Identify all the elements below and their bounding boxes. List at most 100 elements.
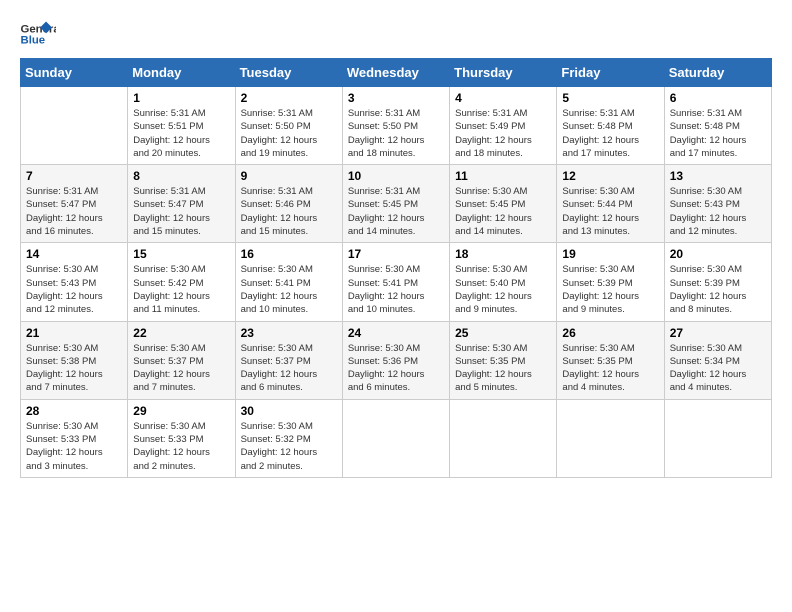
calendar-cell: 1Sunrise: 5:31 AM Sunset: 5:51 PM Daylig… (128, 87, 235, 165)
day-info: Sunrise: 5:30 AM Sunset: 5:32 PM Dayligh… (241, 420, 337, 473)
calendar-cell (664, 399, 771, 477)
day-number: 17 (348, 247, 444, 261)
column-header-sunday: Sunday (21, 59, 128, 87)
column-header-friday: Friday (557, 59, 664, 87)
day-number: 25 (455, 326, 551, 340)
day-number: 11 (455, 169, 551, 183)
day-number: 29 (133, 404, 229, 418)
day-info: Sunrise: 5:30 AM Sunset: 5:39 PM Dayligh… (670, 263, 766, 316)
calendar-cell: 7 Sunrise: 5:31 AM Sunset: 5:47 PM Daylig… (21, 165, 128, 243)
day-info: Sunrise: 5:31 AM Sunset: 5:48 PM Dayligh… (562, 107, 658, 160)
calendar-cell (450, 399, 557, 477)
day-info: Sunrise: 5:30 AM Sunset: 5:41 PM Dayligh… (348, 263, 444, 316)
day-number: 13 (670, 169, 766, 183)
day-info: Sunrise: 5:30 AM Sunset: 5:38 PM Dayligh… (26, 342, 122, 395)
day-number: 18 (455, 247, 551, 261)
logo: General Blue (20, 20, 62, 48)
calendar-cell: 25 Sunrise: 5:30 AM Sunset: 5:35 PM Dayli… (450, 321, 557, 399)
day-number: 24 (348, 326, 444, 340)
calendar-cell: 21 Sunrise: 5:30 AM Sunset: 5:38 PM Dayli… (21, 321, 128, 399)
column-header-tuesday: Tuesday (235, 59, 342, 87)
calendar-cell: 8 Sunrise: 5:31 AM Sunset: 5:47 PM Daylig… (128, 165, 235, 243)
day-info: Sunrise: 5:31 AM Sunset: 5:50 PM Dayligh… (241, 107, 337, 160)
logo-icon: General Blue (20, 20, 56, 48)
day-info: Sunrise: 5:30 AM Sunset: 5:41 PM Dayligh… (241, 263, 337, 316)
svg-text:Blue: Blue (21, 35, 46, 47)
day-number: 8 (133, 169, 229, 183)
calendar-cell: 27 Sunrise: 5:30 AM Sunset: 5:34 PM Dayli… (664, 321, 771, 399)
calendar-week-row: 14 Sunrise: 5:30 AM Sunset: 5:43 PM Dayli… (21, 243, 772, 321)
day-number: 6 (670, 91, 766, 105)
day-info: Sunrise: 5:31 AM Sunset: 5:50 PM Dayligh… (348, 107, 444, 160)
day-info: Sunrise: 5:30 AM Sunset: 5:35 PM Dayligh… (455, 342, 551, 395)
day-info: Sunrise: 5:30 AM Sunset: 5:44 PM Dayligh… (562, 185, 658, 238)
day-number: 16 (241, 247, 337, 261)
day-info: Sunrise: 5:30 AM Sunset: 5:33 PM Dayligh… (26, 420, 122, 473)
column-header-monday: Monday (128, 59, 235, 87)
calendar-cell: 5 Sunrise: 5:31 AM Sunset: 5:48 PM Daylig… (557, 87, 664, 165)
calendar-week-row: 21 Sunrise: 5:30 AM Sunset: 5:38 PM Dayli… (21, 321, 772, 399)
calendar-cell: 15 Sunrise: 5:30 AM Sunset: 5:42 PM Dayli… (128, 243, 235, 321)
day-number: 15 (133, 247, 229, 261)
column-header-saturday: Saturday (664, 59, 771, 87)
day-number: 3 (348, 91, 444, 105)
day-info: Sunrise: 5:30 AM Sunset: 5:37 PM Dayligh… (133, 342, 229, 395)
day-number: 26 (562, 326, 658, 340)
calendar-cell: 9 Sunrise: 5:31 AM Sunset: 5:46 PM Daylig… (235, 165, 342, 243)
day-number: 1 (133, 91, 229, 105)
day-number: 22 (133, 326, 229, 340)
day-number: 27 (670, 326, 766, 340)
day-number: 7 (26, 169, 122, 183)
page-header: General Blue (20, 20, 772, 48)
day-number: 10 (348, 169, 444, 183)
day-info: Sunrise: 5:30 AM Sunset: 5:35 PM Dayligh… (562, 342, 658, 395)
calendar-cell: 10 Sunrise: 5:31 AM Sunset: 5:45 PM Dayli… (342, 165, 449, 243)
calendar-cell (21, 87, 128, 165)
day-info: Sunrise: 5:31 AM Sunset: 5:47 PM Dayligh… (133, 185, 229, 238)
day-info: Sunrise: 5:30 AM Sunset: 5:39 PM Dayligh… (562, 263, 658, 316)
calendar-cell (342, 399, 449, 477)
calendar-cell: 2Sunrise: 5:31 AM Sunset: 5:50 PM Daylig… (235, 87, 342, 165)
day-info: Sunrise: 5:30 AM Sunset: 5:33 PM Dayligh… (133, 420, 229, 473)
calendar-cell: 13 Sunrise: 5:30 AM Sunset: 5:43 PM Dayli… (664, 165, 771, 243)
day-info: Sunrise: 5:30 AM Sunset: 5:42 PM Dayligh… (133, 263, 229, 316)
calendar-cell: 24Sunrise: 5:30 AM Sunset: 5:36 PM Dayli… (342, 321, 449, 399)
column-header-wednesday: Wednesday (342, 59, 449, 87)
day-number: 30 (241, 404, 337, 418)
calendar-table: SundayMondayTuesdayWednesdayThursdayFrid… (20, 58, 772, 478)
day-number: 4 (455, 91, 551, 105)
calendar-cell: 30 Sunrise: 5:30 AM Sunset: 5:32 PM Dayli… (235, 399, 342, 477)
day-number: 5 (562, 91, 658, 105)
day-info: Sunrise: 5:30 AM Sunset: 5:43 PM Dayligh… (26, 263, 122, 316)
day-info: Sunrise: 5:31 AM Sunset: 5:46 PM Dayligh… (241, 185, 337, 238)
day-number: 21 (26, 326, 122, 340)
day-number: 14 (26, 247, 122, 261)
day-info: Sunrise: 5:30 AM Sunset: 5:37 PM Dayligh… (241, 342, 337, 395)
day-info: Sunrise: 5:30 AM Sunset: 5:40 PM Dayligh… (455, 263, 551, 316)
calendar-cell (557, 399, 664, 477)
day-info: Sunrise: 5:30 AM Sunset: 5:43 PM Dayligh… (670, 185, 766, 238)
calendar-cell: 29 Sunrise: 5:30 AM Sunset: 5:33 PM Dayli… (128, 399, 235, 477)
day-number: 20 (670, 247, 766, 261)
day-info: Sunrise: 5:30 AM Sunset: 5:34 PM Dayligh… (670, 342, 766, 395)
calendar-header-row: SundayMondayTuesdayWednesdayThursdayFrid… (21, 59, 772, 87)
calendar-week-row: 7 Sunrise: 5:31 AM Sunset: 5:47 PM Daylig… (21, 165, 772, 243)
calendar-cell: 19Sunrise: 5:30 AM Sunset: 5:39 PM Dayli… (557, 243, 664, 321)
day-number: 9 (241, 169, 337, 183)
calendar-cell: 14 Sunrise: 5:30 AM Sunset: 5:43 PM Dayli… (21, 243, 128, 321)
day-info: Sunrise: 5:31 AM Sunset: 5:45 PM Dayligh… (348, 185, 444, 238)
calendar-cell: 26 Sunrise: 5:30 AM Sunset: 5:35 PM Dayli… (557, 321, 664, 399)
calendar-cell: 3 Sunrise: 5:31 AM Sunset: 5:50 PM Daylig… (342, 87, 449, 165)
calendar-cell: 16 Sunrise: 5:30 AM Sunset: 5:41 PM Dayli… (235, 243, 342, 321)
calendar-cell: 20 Sunrise: 5:30 AM Sunset: 5:39 PM Dayli… (664, 243, 771, 321)
calendar-cell: 18 Sunrise: 5:30 AM Sunset: 5:40 PM Dayli… (450, 243, 557, 321)
calendar-cell: 22 Sunrise: 5:30 AM Sunset: 5:37 PM Dayli… (128, 321, 235, 399)
day-number: 28 (26, 404, 122, 418)
day-info: Sunrise: 5:31 AM Sunset: 5:47 PM Dayligh… (26, 185, 122, 238)
day-number: 23 (241, 326, 337, 340)
calendar-week-row: 1Sunrise: 5:31 AM Sunset: 5:51 PM Daylig… (21, 87, 772, 165)
calendar-week-row: 28 Sunrise: 5:30 AM Sunset: 5:33 PM Dayli… (21, 399, 772, 477)
day-info: Sunrise: 5:31 AM Sunset: 5:48 PM Dayligh… (670, 107, 766, 160)
calendar-cell: 23 Sunrise: 5:30 AM Sunset: 5:37 PM Dayli… (235, 321, 342, 399)
day-info: Sunrise: 5:31 AM Sunset: 5:49 PM Dayligh… (455, 107, 551, 160)
